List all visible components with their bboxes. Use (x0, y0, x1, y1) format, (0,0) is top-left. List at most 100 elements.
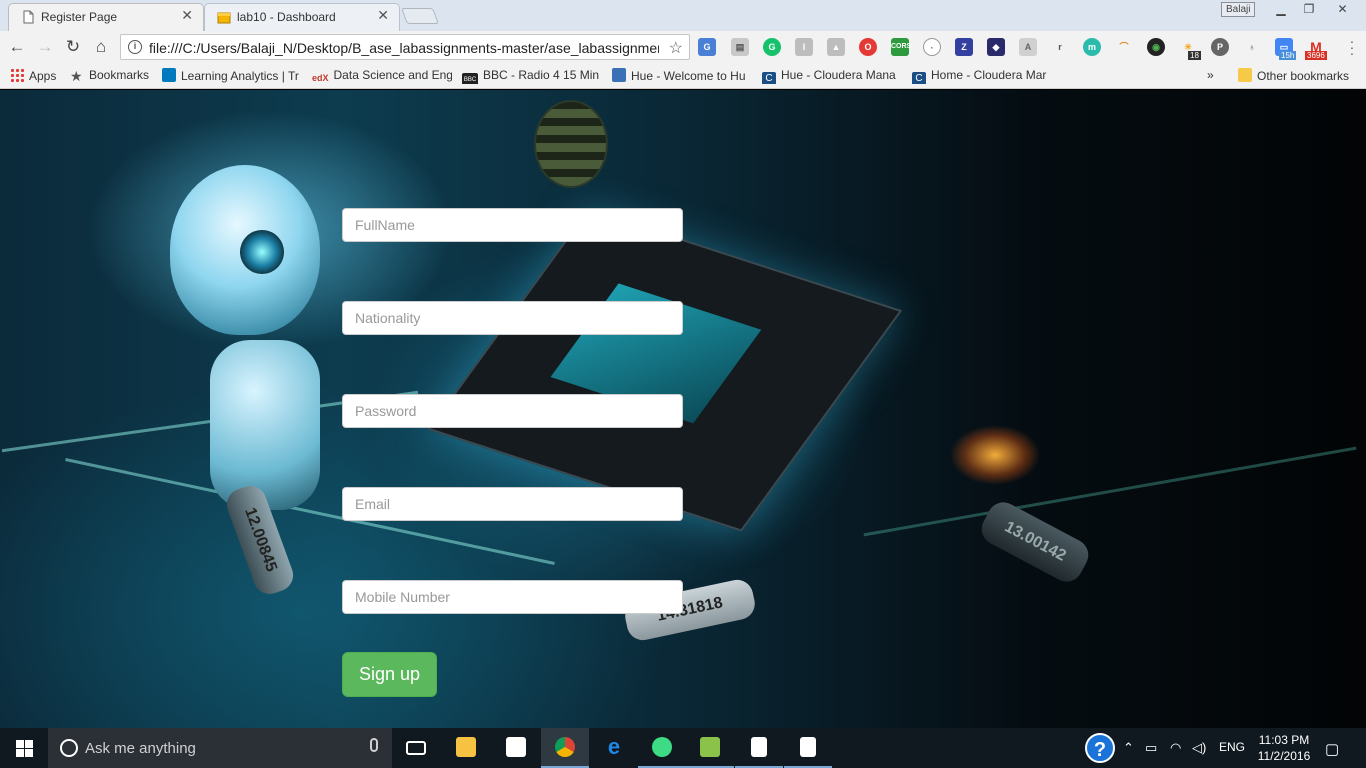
edge-icon: e (607, 734, 621, 759)
bookmark-bbc-radio[interactable]: BBC BBC - Radio 4 15 Min (462, 68, 602, 84)
drive-extension-icon[interactable]: ▲ (827, 38, 845, 56)
bookmark-other[interactable]: Other bookmarks (1238, 68, 1349, 84)
circle-extension-icon[interactable]: · (923, 38, 941, 56)
gmail-badge: 3696 (1305, 51, 1327, 60)
forward-button[interactable]: → (34, 36, 56, 58)
hue-icon (612, 68, 626, 82)
taskbar-store[interactable] (492, 728, 540, 768)
tab-register-page[interactable]: Register Page ✕ (8, 3, 204, 31)
back-button[interactable]: ← (6, 36, 28, 58)
close-window-button[interactable]: ✕ (1325, 0, 1360, 18)
m-extension-icon[interactable]: m (1083, 38, 1101, 56)
figure-extension-icon[interactable]: ◆ (987, 38, 1005, 56)
r-extension-icon[interactable]: r (1051, 38, 1069, 56)
nationality-input[interactable] (342, 301, 683, 335)
trello-icon (162, 68, 176, 82)
tab-title: Register Page (41, 10, 118, 24)
p-extension-icon[interactable]: P (1211, 38, 1229, 56)
restore-button[interactable]: ❐ (1295, 0, 1323, 18)
bookmark-learning-analytics[interactable]: Learning Analytics | Tr (162, 68, 302, 84)
cloudera-icon: C (912, 72, 926, 84)
translate-extension-icon[interactable]: G (698, 38, 716, 56)
taskbar-android-studio[interactable] (638, 728, 686, 768)
fullname-input[interactable] (342, 208, 683, 242)
bookmark-home-cloudera[interactable]: C Home - Cloudera Mar (912, 68, 1052, 84)
volume-icon[interactable]: ◁) (1192, 740, 1206, 756)
info-icon[interactable]: i (128, 40, 142, 54)
taskbar-document-2[interactable] (784, 728, 832, 768)
taskbar-chrome[interactable] (541, 728, 589, 768)
tab-title: lab10 - Dashboard (237, 10, 336, 24)
new-tab-button[interactable] (401, 8, 439, 24)
image-extension-icon[interactable]: I (795, 38, 813, 56)
rainbow-extension-icon[interactable]: ⌒ (1115, 38, 1133, 56)
cortana-icon (60, 739, 78, 757)
clock-date: 11/2/2016 (1257, 749, 1311, 763)
windows-icon (16, 740, 33, 757)
signup-button[interactable]: Sign up (342, 652, 437, 697)
task-view-button[interactable] (392, 728, 440, 768)
cortana-search-box[interactable]: Ask me anything (48, 728, 392, 768)
minimize-button[interactable]: ▁ (1267, 0, 1295, 18)
bulb-extension-icon[interactable]: ♁ (1243, 38, 1261, 56)
email-input[interactable] (342, 487, 683, 521)
system-clock[interactable]: 11:03 PM 11/2/2016 (1256, 732, 1312, 764)
close-icon[interactable]: ✕ (377, 7, 389, 24)
reader-extension-icon[interactable]: A (1019, 38, 1037, 56)
url-text[interactable]: file:///C:/Users/Balaji_N/Desktop/B_ase_… (149, 40, 659, 56)
bookmark-bookmarks[interactable]: ★ Bookmarks (70, 68, 149, 84)
folder-icon (1238, 68, 1252, 82)
tab-lab10-dashboard[interactable]: lab10 - Dashboard ✕ (204, 3, 400, 31)
opera-extension-icon[interactable]: O (859, 38, 877, 56)
address-bar[interactable]: i file:///C:/Users/Balaji_N/Desktop/B_as… (120, 34, 690, 60)
document-extension-icon[interactable]: ▤ (731, 38, 749, 56)
bookmark-data-science[interactable]: edX Data Science and Eng (312, 68, 452, 84)
taskbar-file-explorer[interactable] (442, 728, 490, 768)
task-view-icon (406, 741, 426, 755)
document-icon (751, 737, 767, 757)
battery-icon[interactable]: ▭ (1145, 740, 1157, 756)
taskbar-document-1[interactable] (735, 728, 783, 768)
search-placeholder: Ask me anything (85, 740, 196, 757)
bookmarks-overflow-button[interactable]: » (1207, 68, 1214, 84)
crystal-component-graphic: 13.00142 (976, 496, 1094, 588)
taskbar-edge[interactable]: e (590, 728, 638, 768)
notification-icon[interactable]: ▢ (1325, 740, 1339, 758)
wifi-icon[interactable]: ◠ (1170, 740, 1181, 756)
start-button[interactable] (0, 728, 48, 768)
reload-button[interactable]: ↻ (62, 36, 84, 58)
star-icon[interactable]: ☆ (669, 38, 683, 58)
notepad-icon (700, 737, 720, 757)
bookmark-apps[interactable]: Apps (10, 68, 56, 84)
taskbar-notepad-plus[interactable] (686, 728, 734, 768)
mobile-number-input[interactable] (342, 580, 683, 614)
store-icon (506, 737, 526, 757)
robot-body-graphic (210, 340, 320, 510)
grammarly-extension-icon[interactable]: G (763, 38, 781, 56)
home-button[interactable]: ⌂ (90, 36, 112, 58)
menu-icon[interactable]: · · · (1343, 34, 1361, 60)
box-icon (217, 10, 231, 24)
profile-button[interactable]: Balaji (1221, 2, 1256, 17)
cors-extension-icon[interactable]: CORS (891, 38, 911, 56)
close-icon[interactable]: ✕ (181, 7, 193, 24)
bookmark-hue-welcome[interactable]: Hue - Welcome to Hu (612, 68, 752, 84)
browser-titlebar: Register Page ✕ lab10 - Dashboard ✕ Bala… (0, 0, 1366, 31)
register-page: 14.31818 13.00142 12.00845 Sign up (0, 90, 1366, 728)
colorwheel-extension-icon[interactable]: ◉ (1147, 38, 1165, 56)
circuit-trace (863, 446, 1357, 537)
bookmark-hue-cloudera[interactable]: C Hue - Cloudera Mana (762, 68, 902, 84)
bbc-icon: BBC (462, 73, 478, 84)
robot-eye-graphic (240, 230, 284, 274)
password-input[interactable] (342, 394, 683, 428)
chrome-icon (555, 737, 575, 757)
star-icon: ★ (70, 68, 83, 84)
microphone-icon[interactable] (370, 738, 378, 752)
chevron-up-icon[interactable]: ⌃ (1123, 740, 1134, 756)
cloudera-icon: C (762, 72, 776, 84)
zotero-extension-icon[interactable]: Z (955, 38, 973, 56)
calendar-badge: 15h (1279, 51, 1297, 60)
help-icon[interactable]: ? (1085, 733, 1115, 763)
language-indicator[interactable]: ENG (1219, 740, 1245, 754)
windows-taskbar: Ask me anything e ? ⌃ ▭ ◠ ◁) ENG 11:03 P… (0, 728, 1366, 768)
